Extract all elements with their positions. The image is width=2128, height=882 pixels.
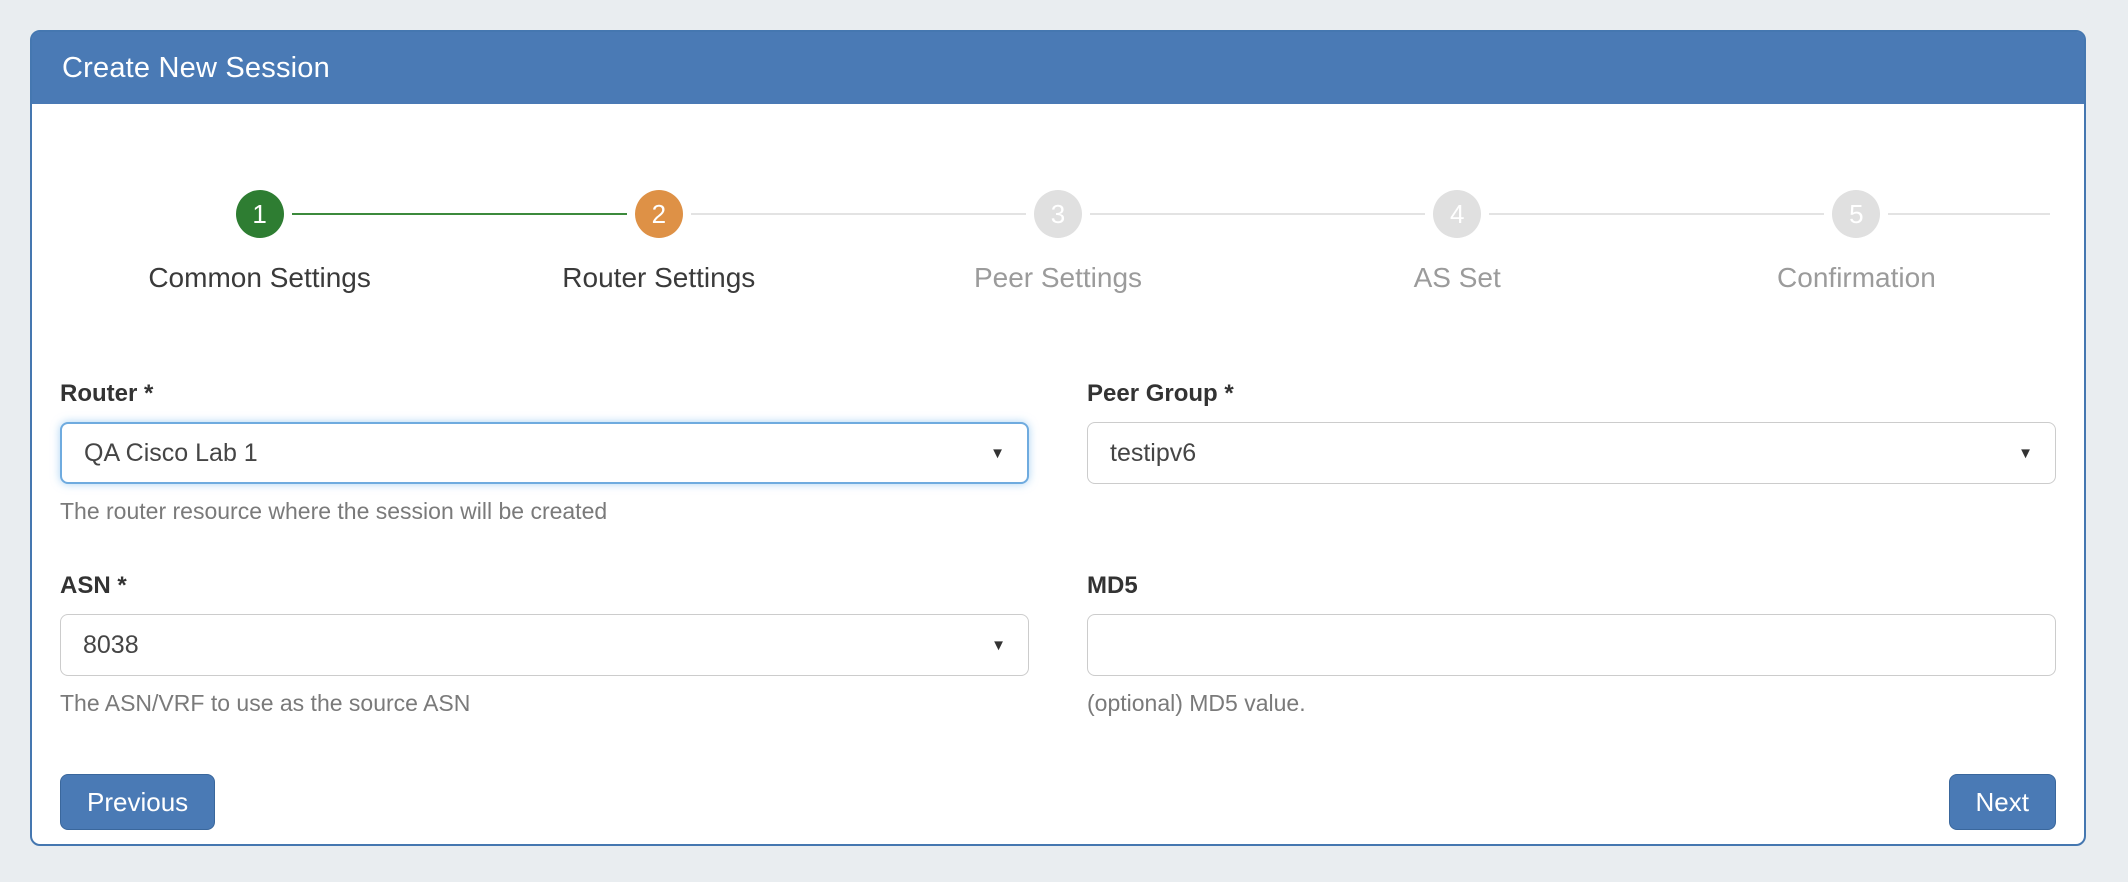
step-router-settings[interactable]: 2 Router Settings bbox=[459, 190, 858, 294]
router-help-text: The router resource where the session wi… bbox=[60, 498, 1029, 526]
field-asn: ASN * 8038 ▼ The ASN/VRF to use as the s… bbox=[60, 572, 1029, 718]
md5-label: MD5 bbox=[1087, 572, 2056, 600]
panel-header: Create New Session bbox=[32, 32, 2084, 104]
panel-title: Create New Session bbox=[62, 52, 330, 85]
create-session-panel: Create New Session 1 Common Settings 2 R… bbox=[30, 30, 2086, 846]
asn-select[interactable]: 8038 ▼ bbox=[60, 614, 1029, 676]
asn-label: ASN * bbox=[60, 572, 1029, 600]
field-md5: MD5 (optional) MD5 value. bbox=[1087, 572, 2056, 718]
panel-body: 1 Common Settings 2 Router Settings 3 Pe… bbox=[32, 190, 2084, 830]
step-common-settings[interactable]: 1 Common Settings bbox=[60, 190, 459, 294]
step-number-2: 2 bbox=[635, 190, 683, 238]
step-label-as-set: AS Set bbox=[1258, 262, 1657, 294]
caret-down-icon: ▼ bbox=[991, 637, 1006, 654]
peer-group-help-text bbox=[1087, 498, 2056, 526]
step-as-set[interactable]: 4 AS Set bbox=[1258, 190, 1657, 294]
router-select[interactable]: QA Cisco Lab 1 ▼ bbox=[60, 422, 1029, 484]
previous-button[interactable]: Previous bbox=[60, 774, 215, 830]
asn-help-text: The ASN/VRF to use as the source ASN bbox=[60, 690, 1029, 718]
peer-group-label: Peer Group * bbox=[1087, 380, 2056, 408]
step-confirmation[interactable]: 5 Confirmation bbox=[1657, 190, 2056, 294]
step-number-5: 5 bbox=[1832, 190, 1880, 238]
next-button[interactable]: Next bbox=[1949, 774, 2056, 830]
wizard-actions: Previous Next bbox=[60, 774, 2056, 830]
step-number-3: 3 bbox=[1034, 190, 1082, 238]
step-label-confirmation: Confirmation bbox=[1657, 262, 2056, 294]
router-select-value: QA Cisco Lab 1 bbox=[84, 439, 258, 468]
wizard-stepper: 1 Common Settings 2 Router Settings 3 Pe… bbox=[60, 190, 2056, 294]
step-label-peer-settings: Peer Settings bbox=[858, 262, 1257, 294]
router-label: Router * bbox=[60, 380, 1029, 408]
md5-help-text: (optional) MD5 value. bbox=[1087, 690, 2056, 718]
md5-input[interactable] bbox=[1087, 614, 2056, 676]
peer-group-select[interactable]: testipv6 ▼ bbox=[1087, 422, 2056, 484]
asn-select-value: 8038 bbox=[83, 631, 139, 660]
step-label-common-settings: Common Settings bbox=[60, 262, 459, 294]
caret-down-icon: ▼ bbox=[2018, 445, 2033, 462]
field-peer-group: Peer Group * testipv6 ▼ bbox=[1087, 380, 2056, 526]
field-router: Router * QA Cisco Lab 1 ▼ The router res… bbox=[60, 380, 1029, 526]
form-row-1: Router * QA Cisco Lab 1 ▼ The router res… bbox=[60, 380, 2056, 526]
form-row-2: ASN * 8038 ▼ The ASN/VRF to use as the s… bbox=[60, 572, 2056, 718]
step-label-router-settings: Router Settings bbox=[459, 262, 858, 294]
caret-down-icon: ▼ bbox=[990, 445, 1005, 462]
step-peer-settings[interactable]: 3 Peer Settings bbox=[858, 190, 1257, 294]
step-number-4: 4 bbox=[1433, 190, 1481, 238]
peer-group-select-value: testipv6 bbox=[1110, 439, 1196, 468]
step-number-1: 1 bbox=[236, 190, 284, 238]
